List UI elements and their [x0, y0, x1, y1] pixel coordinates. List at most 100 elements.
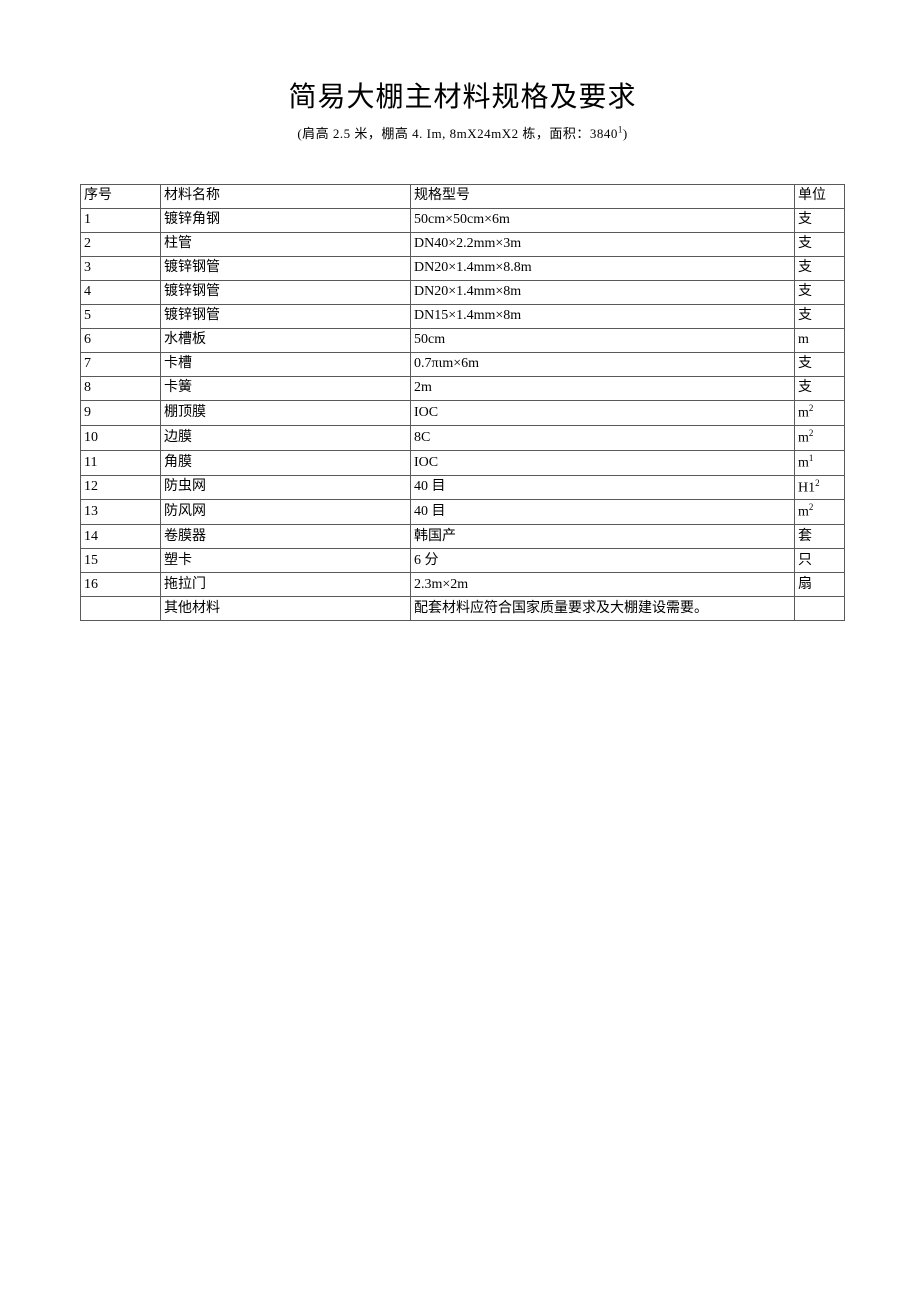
cell-seq: 4 [81, 281, 161, 305]
cell-unit: H12 [795, 475, 845, 500]
cell-seq: 12 [81, 475, 161, 500]
cell-seq: 9 [81, 401, 161, 426]
cell-name: 棚顶膜 [161, 401, 411, 426]
cell-unit: 支 [795, 377, 845, 401]
cell-spec: 8C [411, 425, 795, 450]
unit-sup: 2 [809, 403, 814, 413]
cell-seq: 10 [81, 425, 161, 450]
table-row: 2柱管DN40×2.2mm×3m支 [81, 233, 845, 257]
cell-name: 防虫网 [161, 475, 411, 500]
unit-base: H1 [798, 480, 815, 495]
cell-seq: 3 [81, 257, 161, 281]
cell-spec: 0.7πιm×6m [411, 353, 795, 377]
table-row: 1镀锌角钢50cm×50cm×6m支 [81, 209, 845, 233]
cell-unit: 支 [795, 305, 845, 329]
table-row: 11角膜IOCm1 [81, 450, 845, 475]
cell-name: 镀锌钢管 [161, 281, 411, 305]
cell-spec: DN20×1.4mm×8.8m [411, 257, 795, 281]
cell-name: 边膜 [161, 425, 411, 450]
cell-seq: 13 [81, 500, 161, 525]
table-row: 其他材料配套材料应符合国家质量要求及大棚建设需要。 [81, 597, 845, 621]
cell-unit: 扇 [795, 573, 845, 597]
cell-seq: 2 [81, 233, 161, 257]
cell-name: 镀锌钢管 [161, 305, 411, 329]
table-row: 13防风网40 目m2 [81, 500, 845, 525]
cell-spec: DN40×2.2mm×3m [411, 233, 795, 257]
unit-base: m [798, 406, 809, 421]
cell-spec: 2.3m×2m [411, 573, 795, 597]
cell-seq: 6 [81, 329, 161, 353]
cell-name: 卷膜器 [161, 525, 411, 549]
cell-unit [795, 597, 845, 621]
cell-spec: 40 目 [411, 500, 795, 525]
subtitle-suffix: ) [623, 126, 628, 141]
materials-table: 序号 材料名称 规格型号 单位 1镀锌角钢50cm×50cm×6m支2柱管DN4… [80, 184, 845, 621]
cell-unit: 套 [795, 525, 845, 549]
cell-spec: 配套材料应符合国家质量要求及大棚建设需要。 [411, 597, 795, 621]
cell-spec: 2m [411, 377, 795, 401]
cell-name: 卡簧 [161, 377, 411, 401]
unit-base: m [798, 505, 809, 520]
cell-seq: 5 [81, 305, 161, 329]
cell-spec: IOC [411, 401, 795, 426]
cell-unit: 支 [795, 353, 845, 377]
table-row: 10边膜8Cm2 [81, 425, 845, 450]
cell-unit: 支 [795, 233, 845, 257]
cell-seq: 16 [81, 573, 161, 597]
cell-spec: 50cm [411, 329, 795, 353]
cell-spec: 6 分 [411, 549, 795, 573]
unit-base: m [798, 455, 809, 470]
cell-name: 水槽板 [161, 329, 411, 353]
table-row: 15塑卡6 分只 [81, 549, 845, 573]
table-row: 7卡槽0.7πιm×6m支 [81, 353, 845, 377]
document-title: 简易大棚主材料规格及要求 [80, 75, 845, 115]
cell-unit: m2 [795, 401, 845, 426]
table-row: 9棚顶膜IOCm2 [81, 401, 845, 426]
cell-unit: 支 [795, 257, 845, 281]
table-row: 8卡簧2m支 [81, 377, 845, 401]
table-row: 14卷膜器韩国产套 [81, 525, 845, 549]
cell-seq: 15 [81, 549, 161, 573]
cell-name: 拖拉门 [161, 573, 411, 597]
cell-name: 角膜 [161, 450, 411, 475]
unit-sup: 2 [815, 478, 820, 488]
cell-name: 镀锌角钢 [161, 209, 411, 233]
cell-seq [81, 597, 161, 621]
cell-spec: DN15×1.4mm×8m [411, 305, 795, 329]
cell-name: 镀锌钢管 [161, 257, 411, 281]
unit-sup: 2 [809, 502, 814, 512]
unit-sup: 2 [809, 428, 814, 438]
cell-unit: m1 [795, 450, 845, 475]
table-row: 6水槽板50cmm [81, 329, 845, 353]
table-row: 4镀锌钢管DN20×1.4mm×8m支 [81, 281, 845, 305]
cell-seq: 8 [81, 377, 161, 401]
table-body: 1镀锌角钢50cm×50cm×6m支2柱管DN40×2.2mm×3m支3镀锌钢管… [81, 209, 845, 621]
cell-spec: DN20×1.4mm×8m [411, 281, 795, 305]
unit-base: m [798, 431, 809, 446]
cell-spec: 50cm×50cm×6m [411, 209, 795, 233]
cell-unit: 只 [795, 549, 845, 573]
document-subtitle: (肩高 2.5 米，棚高 4. Im, 8mX24mX2 栋，面积：38401) [80, 123, 845, 142]
cell-unit: m2 [795, 500, 845, 525]
cell-name: 柱管 [161, 233, 411, 257]
table-header-row: 序号 材料名称 规格型号 单位 [81, 185, 845, 209]
table-row: 3镀锌钢管DN20×1.4mm×8.8m支 [81, 257, 845, 281]
cell-seq: 11 [81, 450, 161, 475]
cell-seq: 7 [81, 353, 161, 377]
cell-spec: IOC [411, 450, 795, 475]
cell-unit: 支 [795, 209, 845, 233]
table-row: 5镀锌钢管DN15×1.4mm×8m支 [81, 305, 845, 329]
cell-seq: 14 [81, 525, 161, 549]
cell-unit: m [795, 329, 845, 353]
header-name: 材料名称 [161, 185, 411, 209]
cell-name: 卡槽 [161, 353, 411, 377]
subtitle-text: (肩高 2.5 米，棚高 4. Im, 8mX24mX2 栋，面积：3840 [297, 126, 618, 141]
cell-unit: m2 [795, 425, 845, 450]
cell-spec: 韩国产 [411, 525, 795, 549]
cell-name: 塑卡 [161, 549, 411, 573]
cell-name: 其他材料 [161, 597, 411, 621]
header-spec: 规格型号 [411, 185, 795, 209]
unit-sup: 1 [809, 453, 814, 463]
cell-name: 防风网 [161, 500, 411, 525]
header-seq: 序号 [81, 185, 161, 209]
